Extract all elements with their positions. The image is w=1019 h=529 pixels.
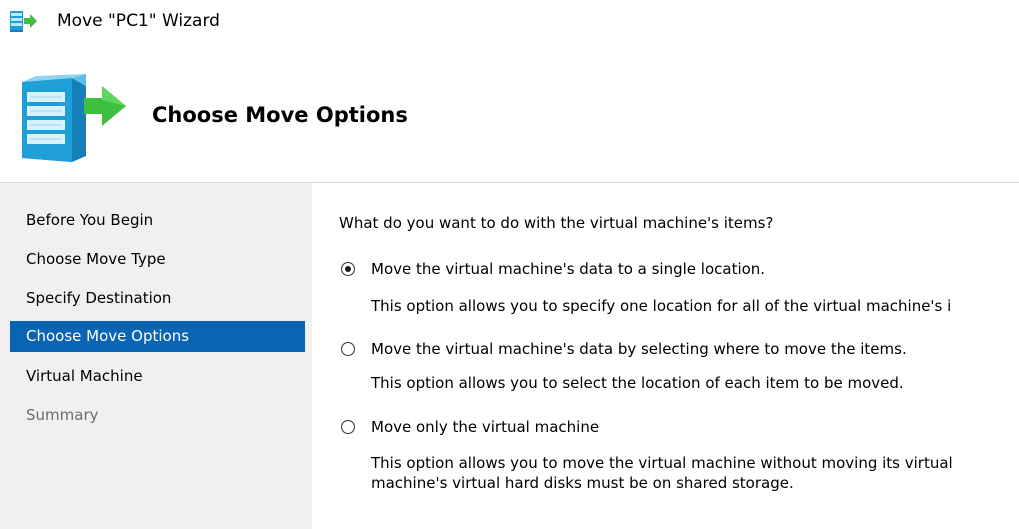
- step-label: Summary: [26, 406, 99, 424]
- option-label: Move the virtual machine's data by selec…: [371, 340, 907, 358]
- option-label: Move only the virtual machine: [371, 418, 600, 436]
- step-label: Before You Begin: [26, 211, 154, 229]
- step-label: Specify Destination: [26, 289, 172, 307]
- options-question: What do you want to do with the virtual …: [339, 214, 774, 232]
- move-vm-small-icon: [10, 10, 44, 34]
- step-summary: Summary: [10, 400, 305, 431]
- step-choose-move-type[interactable]: Choose Move Type: [10, 244, 305, 275]
- radio-dot: [345, 266, 351, 272]
- radio-button-checked[interactable]: [341, 262, 355, 276]
- window-title: Move "PC1" Wizard: [57, 11, 220, 31]
- step-before-you-begin[interactable]: Before You Begin: [10, 205, 305, 236]
- step-specify-destination[interactable]: Specify Destination: [10, 283, 305, 314]
- option-move-vm-only[interactable]: Move only the virtual machine: [339, 417, 999, 439]
- step-choose-move-options[interactable]: Choose Move Options: [10, 321, 305, 352]
- radio-button[interactable]: [341, 342, 355, 356]
- option-description-continued: machine's virtual hard disks must be on …: [371, 474, 794, 492]
- option-select-item-locations[interactable]: Move the virtual machine's data by selec…: [339, 339, 999, 361]
- title-bar: Move "PC1" Wizard: [0, 0, 1019, 44]
- option-description: This option allows you to select the loc…: [371, 374, 904, 392]
- radio-button[interactable]: [341, 420, 355, 434]
- step-label: Choose Move Options: [26, 327, 190, 345]
- option-description: This option allows you to specify one lo…: [371, 297, 952, 315]
- option-label: Move the virtual machine's data to a sin…: [371, 260, 766, 278]
- option-description: This option allows you to move the virtu…: [371, 454, 953, 472]
- wizard-content: What do you want to do with the virtual …: [312, 183, 1019, 529]
- option-single-location[interactable]: Move the virtual machine's data to a sin…: [339, 259, 999, 281]
- step-label: Virtual Machine: [26, 367, 143, 385]
- wizard-window: Move "PC1" Wizard Choose Move Options Be…: [0, 0, 1019, 529]
- step-label: Choose Move Type: [26, 250, 166, 268]
- wizard-step-list: Before You Begin Choose Move Type Specif…: [0, 183, 312, 529]
- move-vm-server-arrow-icon: [10, 72, 138, 162]
- wizard-header: Choose Move Options: [0, 44, 1019, 182]
- step-virtual-machine[interactable]: Virtual Machine: [10, 361, 305, 392]
- page-title: Choose Move Options: [152, 103, 408, 127]
